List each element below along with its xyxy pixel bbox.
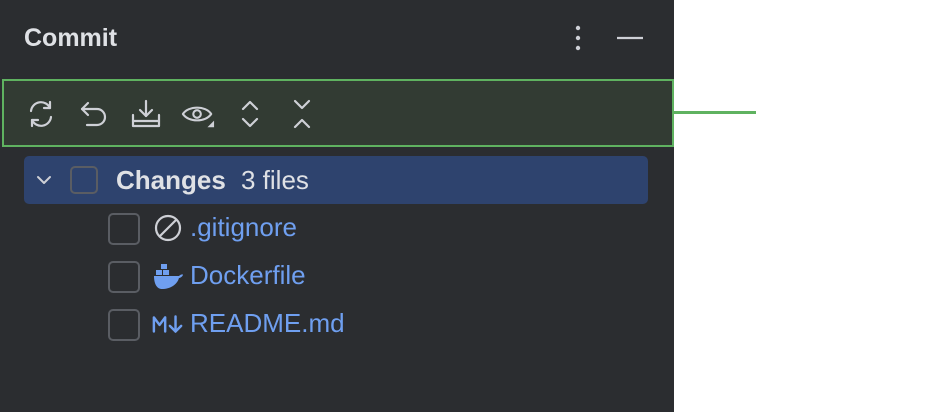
chevron-down-icon[interactable] [32, 168, 56, 192]
markdown-icon [152, 309, 184, 339]
view-options-icon [181, 106, 215, 128]
file-name: README.md [190, 308, 345, 338]
changes-group-checkbox[interactable] [70, 166, 98, 194]
file-checkbox[interactable] [108, 261, 140, 293]
shelve-icon [131, 99, 161, 128]
minimize-icon [617, 36, 643, 40]
expand-all-icon [241, 100, 259, 128]
commit-panel: Commit Changes 3 files .gitignore Docker… [0, 0, 674, 412]
commit-toolbar [2, 79, 674, 147]
file-row-gitignore[interactable]: .gitignore [108, 207, 648, 247]
changes-file-count: 3 files [241, 165, 309, 195]
refresh-icon [29, 100, 53, 128]
file-checkbox[interactable] [108, 309, 140, 341]
changes-group-label: Changes [116, 165, 226, 195]
more-vertical-icon [575, 25, 581, 51]
docker-icon [152, 261, 184, 291]
collapse-all-button[interactable] [285, 97, 319, 131]
refresh-button[interactable] [24, 97, 58, 131]
more-options-button[interactable] [562, 22, 594, 54]
view-options-button[interactable] [181, 97, 215, 131]
callout-line [674, 111, 756, 114]
file-checkbox[interactable] [108, 213, 140, 245]
changes-group-row[interactable]: Changes 3 files [24, 156, 648, 204]
file-name: Dockerfile [190, 260, 306, 290]
collapse-all-icon [293, 99, 311, 129]
rollback-icon [80, 101, 107, 127]
file-name: .gitignore [190, 212, 297, 242]
shelve-button[interactable] [129, 97, 163, 131]
file-row-readme[interactable]: README.md [108, 303, 648, 343]
panel-title: Commit [24, 24, 118, 52]
expand-all-button[interactable] [233, 97, 267, 131]
rollback-button[interactable] [77, 97, 111, 131]
file-row-dockerfile[interactable]: Dockerfile [108, 255, 648, 295]
ignore-icon [152, 213, 184, 243]
minimize-button[interactable] [614, 22, 646, 54]
